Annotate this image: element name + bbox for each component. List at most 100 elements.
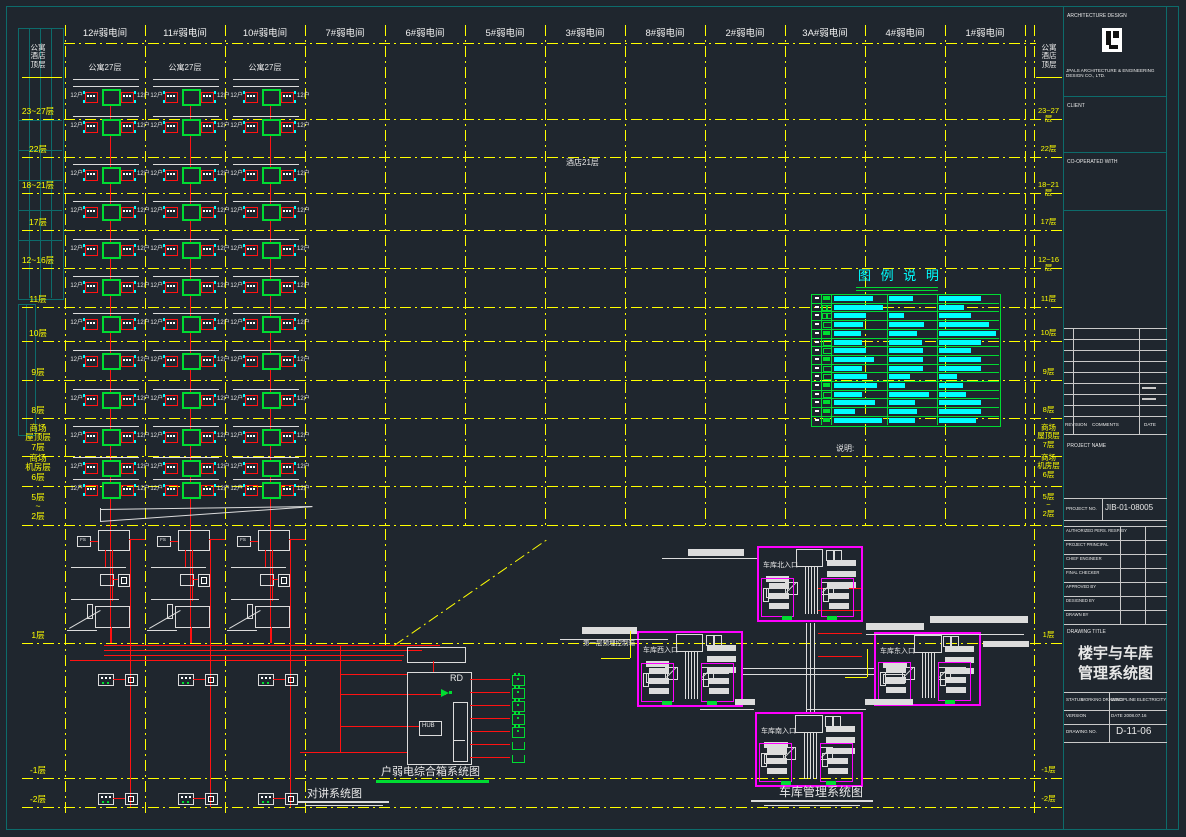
unit-count-label: 12户	[147, 433, 163, 440]
bus-line	[104, 655, 404, 656]
tap-arrow-icon	[294, 327, 296, 330]
legend-index-mark	[815, 401, 819, 403]
floor-distribution-box	[182, 429, 201, 446]
terminal-dot	[93, 398, 95, 400]
cad-line	[273, 579, 278, 580]
terminal-dot	[286, 95, 288, 97]
unit-count-label: 12户	[227, 357, 243, 364]
branch-box	[180, 574, 194, 586]
wall-device	[247, 604, 253, 619]
terminal-dot	[167, 435, 169, 437]
margin-table-line	[18, 210, 62, 211]
terminal-dot	[250, 359, 252, 361]
column-header-label: 3#弱电间	[545, 29, 625, 39]
sign-line	[1064, 582, 1167, 583]
unit-count-label: 12户	[297, 246, 310, 253]
legend-grid-line	[811, 416, 999, 417]
terminal-dot	[209, 173, 211, 175]
grid-floor-line	[22, 193, 1062, 194]
lane-line	[922, 653, 923, 698]
terminal-dot	[167, 466, 169, 468]
terminal-strip-box	[121, 432, 134, 443]
floor-distribution-box	[102, 460, 121, 477]
sign-row-label: CHIEF ENGINEER	[1066, 557, 1102, 562]
terminal-dot	[189, 796, 191, 798]
floor-label-left: 22层	[16, 145, 60, 154]
floor-distribution-box	[262, 429, 281, 446]
grid-column-line	[1034, 25, 1035, 815]
terminal-strip-box	[121, 122, 134, 133]
title-underline	[297, 801, 389, 803]
terminal-strip-box	[165, 245, 178, 256]
terminal-strip-box	[121, 245, 134, 256]
sign-line	[1120, 526, 1121, 624]
terminal-dot	[253, 173, 255, 175]
lane-line	[688, 652, 689, 699]
lane-line	[811, 567, 812, 614]
sign-bar	[707, 656, 736, 662]
terminal-dot	[203, 248, 205, 250]
road-line	[866, 634, 1024, 635]
terminal-dot	[123, 285, 125, 287]
terminal-dot	[203, 359, 205, 361]
terminal-strip-box	[85, 92, 98, 103]
terminal-dot	[93, 125, 95, 127]
terminal-strip-box	[165, 463, 178, 474]
lane-line	[806, 623, 807, 712]
terminal-strip-box	[121, 319, 134, 330]
terminal-strip-box	[201, 122, 214, 133]
bus-line	[300, 752, 407, 753]
cad-line	[433, 661, 434, 672]
unit-count-label: 12户	[297, 486, 310, 493]
unit-count-label: 12户	[147, 396, 163, 403]
leader-line	[845, 677, 867, 678]
terminal-strip-box	[201, 170, 214, 181]
title-underline	[376, 780, 489, 783]
tap-arrow-icon	[214, 290, 216, 293]
floor-distribution-box	[182, 482, 201, 499]
meta-line	[1064, 724, 1167, 725]
indoor-unit-glyph	[288, 677, 294, 683]
terminal-dot	[170, 322, 172, 324]
floor-label-right: 18~21层	[1035, 181, 1062, 198]
terminal-dot	[283, 248, 285, 250]
terminal-dot	[93, 248, 95, 250]
terminal-dot	[170, 173, 172, 175]
lane-line	[808, 567, 809, 614]
floor-label-left: 18~21层	[16, 181, 60, 190]
floor-label-left: 商场 屋顶层 7层	[16, 424, 60, 452]
floor-label-left: 10层	[16, 329, 60, 338]
legend-grid-line	[811, 311, 999, 312]
cad-line	[185, 550, 186, 568]
terminal-dot	[203, 95, 205, 97]
main-distribution-box	[178, 530, 210, 551]
outlet-wire	[470, 744, 510, 745]
terminal-strip-box	[165, 356, 178, 367]
terminal-dot	[206, 435, 208, 437]
grid-column-line	[945, 25, 946, 528]
slab-line	[73, 479, 139, 480]
terminal-dot	[253, 95, 255, 97]
terminal-dot	[167, 322, 169, 324]
terminal-strip-box	[85, 122, 98, 133]
terminal-dot	[167, 125, 169, 127]
terminal-dot	[269, 796, 271, 798]
revision-table-line	[1064, 434, 1167, 435]
fs-label: FS	[238, 538, 248, 543]
terminal-dot	[129, 322, 131, 324]
terminal-strip-box	[85, 319, 98, 330]
terminal-dot	[181, 796, 183, 798]
terminal-strip-box	[121, 282, 134, 293]
loop-detector	[782, 616, 792, 620]
tap-arrow-icon	[134, 169, 136, 172]
terminal-dot	[203, 125, 205, 127]
legend-text-bar	[834, 357, 874, 362]
slab-line	[153, 479, 219, 480]
terminal-strip-box	[245, 395, 258, 406]
terminal-dot	[109, 796, 111, 798]
legend-text-bar	[939, 296, 981, 301]
terminal-dot	[289, 173, 291, 175]
drawing-title: 楼宇与车库 管理系统图	[1064, 644, 1167, 683]
terminal-dot	[203, 322, 205, 324]
terminal-strip-box	[281, 122, 294, 133]
